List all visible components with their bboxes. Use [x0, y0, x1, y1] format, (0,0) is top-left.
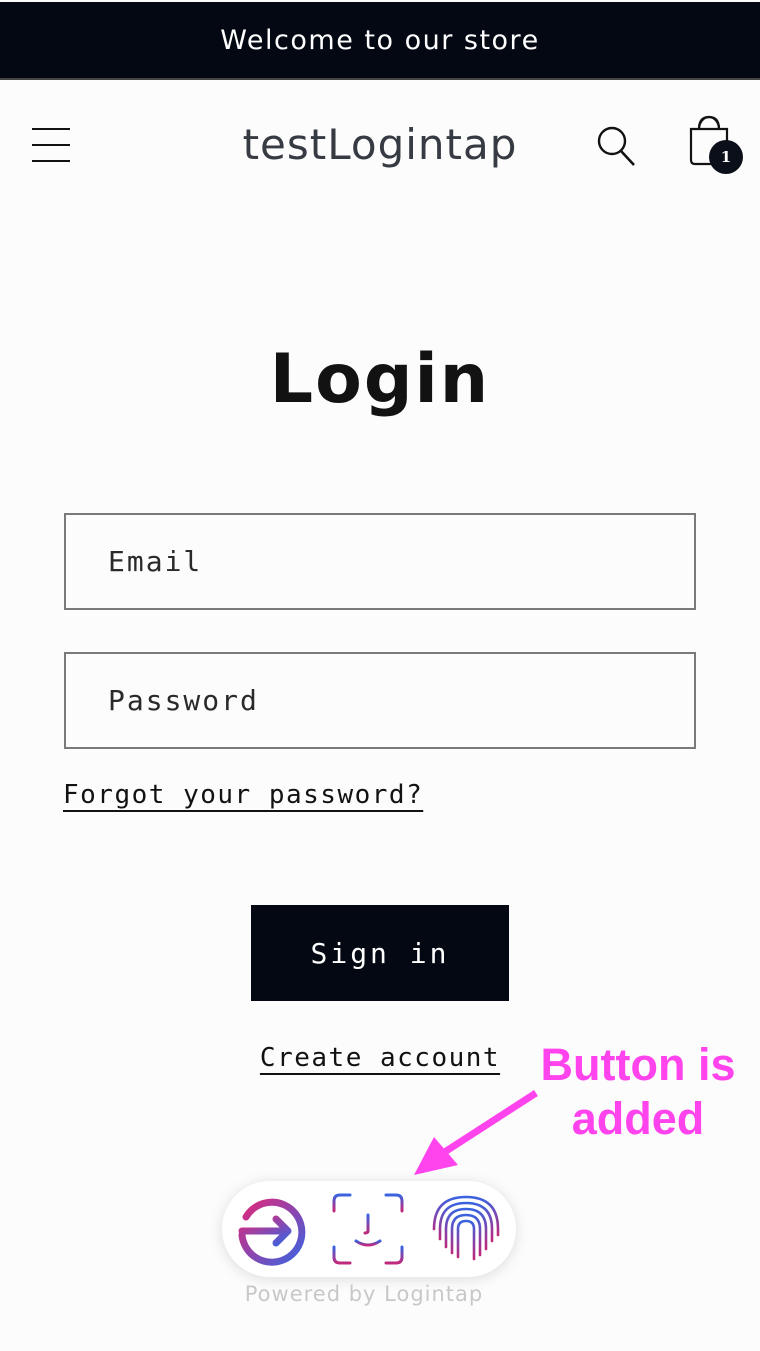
logintap-widget: [222, 1181, 516, 1277]
annotation-line-1: Button is: [540, 1039, 736, 1090]
sign-in-button[interactable]: Sign in: [251, 905, 509, 1001]
announcement-bar: Welcome to our store: [0, 2, 760, 80]
powered-by-text: Powered by Logintap: [244, 1282, 484, 1306]
annotation-line-2: added: [571, 1093, 705, 1144]
store-logo-link[interactable]: testLogintap: [243, 120, 518, 169]
login-arrow-icon[interactable]: [230, 1189, 310, 1269]
password-field[interactable]: [64, 652, 696, 749]
announcement-text: Welcome to our store: [220, 24, 540, 56]
email-input[interactable]: [66, 515, 694, 608]
face-id-icon[interactable]: [328, 1189, 408, 1269]
search-button[interactable]: [594, 124, 640, 170]
annotation-arrow-icon: [414, 1090, 538, 1175]
store-logo: testLogintap: [0, 120, 760, 169]
forgot-password-link[interactable]: Forgot your password?: [63, 780, 423, 810]
fingerprint-icon[interactable]: [426, 1189, 506, 1269]
cart-count-badge: 1: [709, 140, 743, 174]
create-account-link[interactable]: Create account: [260, 1043, 500, 1073]
site-header: testLogintap 1: [0, 82, 760, 212]
password-input[interactable]: [66, 654, 694, 747]
cart-button[interactable]: 1: [684, 112, 746, 178]
page-title: Login: [269, 340, 491, 419]
hamburger-menu-icon[interactable]: [30, 126, 72, 166]
email-field[interactable]: [64, 513, 696, 610]
annotation-callout: Button is added: [520, 1038, 756, 1146]
search-icon: [597, 126, 635, 166]
